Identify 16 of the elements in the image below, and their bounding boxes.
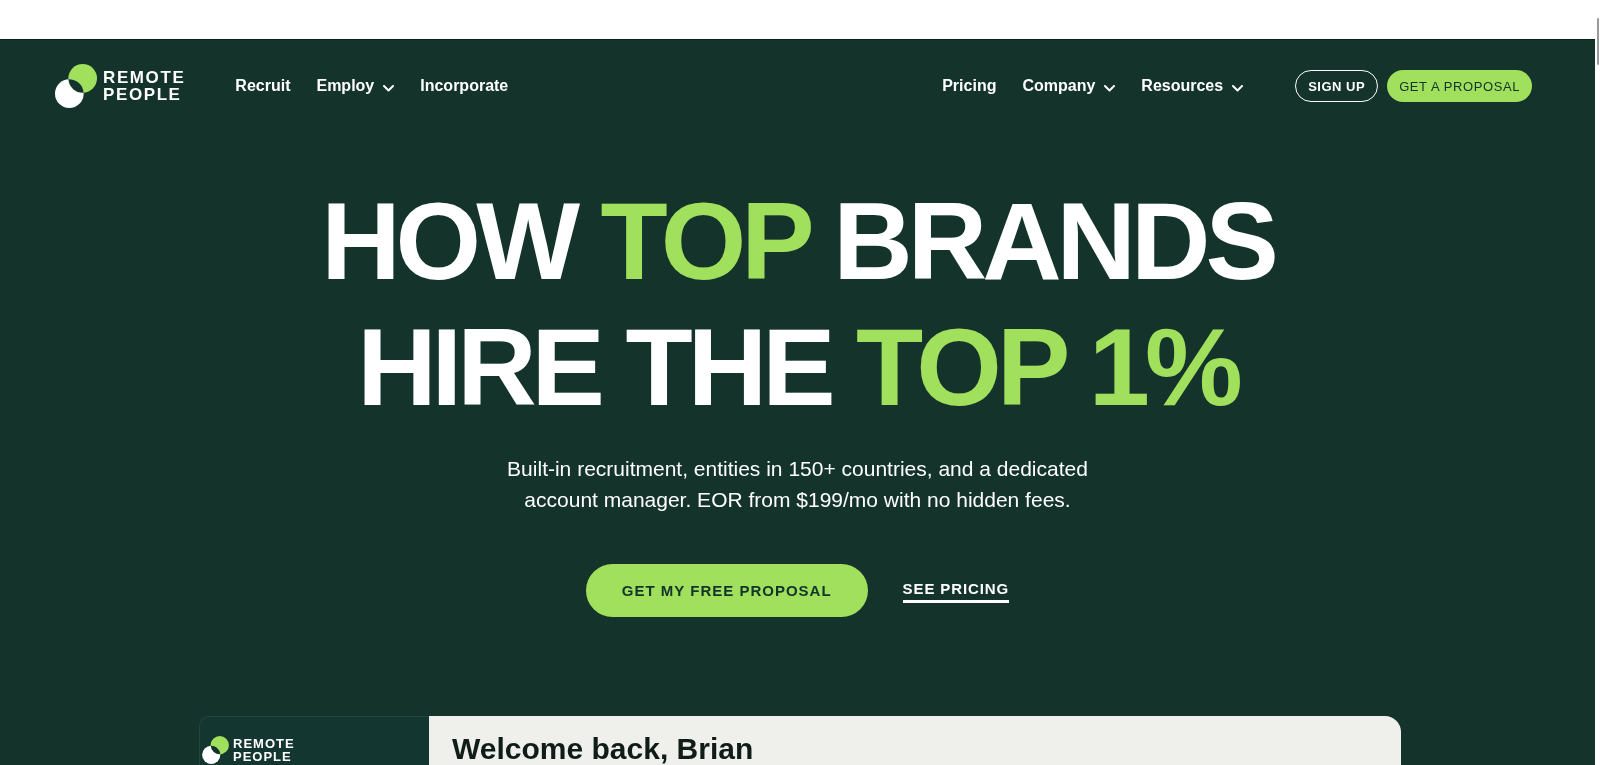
- nav-link[interactable]: Resources: [1141, 75, 1244, 97]
- nav-link[interactable]: Company: [1022, 75, 1116, 97]
- logo-wordmark[interactable]: REMOTE PEOPLE: [103, 69, 186, 103]
- logo-wordmark: REMOTE PEOPLE: [233, 737, 295, 763]
- logo-icon[interactable]: [55, 64, 97, 108]
- nav-link[interactable]: Pricing: [942, 75, 997, 97]
- nav-link[interactable]: Recruit: [235, 75, 291, 97]
- proposal-button[interactable]: GET A PROPOSAL: [1387, 70, 1532, 102]
- scrollbar-thumb[interactable]: [1597, 18, 1599, 65]
- welcome-heading: Welcome back, Brian: [452, 733, 754, 764]
- nav-link[interactable]: Employ: [316, 75, 395, 97]
- hero-headline: HOW TOP BRANDS HIRE THE TOP 1%: [321, 178, 1274, 430]
- pricing-link[interactable]: SEE PRICING: [902, 578, 1010, 603]
- primary-button[interactable]: GET MY FREE PROPOSAL: [585, 564, 868, 617]
- nav-link[interactable]: Incorporate: [420, 75, 509, 97]
- hero-subtitle: Built-in recruitment, entities in 150+ countries, and a dedicated account manager. EOR from $199/mo with no hidden fees.: [506, 456, 1089, 513]
